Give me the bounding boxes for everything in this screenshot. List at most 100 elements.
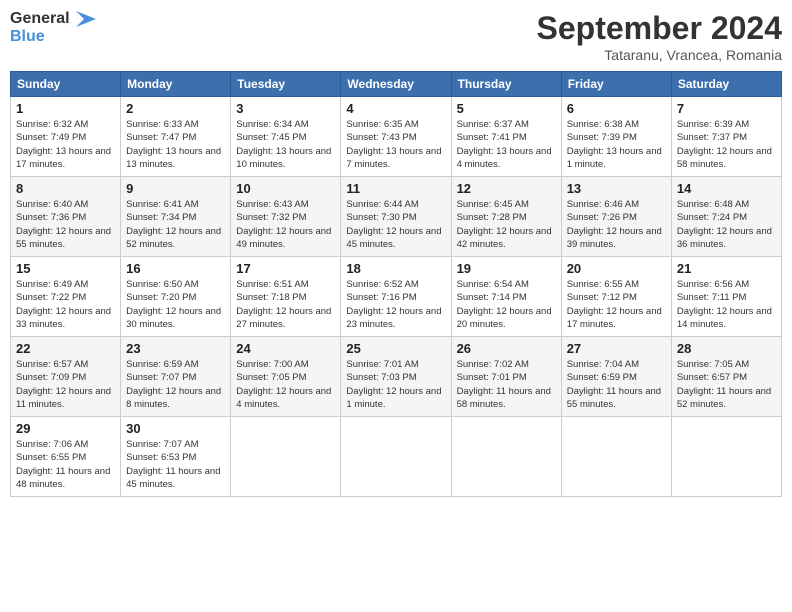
table-row: 26 Sunrise: 7:02 AMSunset: 7:01 PMDayligh…	[451, 337, 561, 417]
table-row: 4 Sunrise: 6:35 AMSunset: 7:43 PMDaylight…	[341, 97, 451, 177]
day-number: 14	[677, 181, 776, 196]
table-row	[231, 417, 341, 497]
day-number: 20	[567, 261, 666, 276]
day-info: Sunrise: 6:40 AMSunset: 7:36 PMDaylight:…	[16, 198, 115, 251]
table-row: 17 Sunrise: 6:51 AMSunset: 7:18 PMDayligh…	[231, 257, 341, 337]
day-info: Sunrise: 6:54 AMSunset: 7:14 PMDaylight:…	[457, 278, 556, 331]
table-row	[451, 417, 561, 497]
day-number: 1	[16, 101, 115, 116]
table-row: 9Sunrise: 6:41 AMSunset: 7:34 PMDaylight…	[121, 177, 231, 257]
table-row: 11Sunrise: 6:44 AMSunset: 7:30 PMDayligh…	[341, 177, 451, 257]
day-info: Sunrise: 6:39 AMSunset: 7:37 PMDaylight:…	[677, 118, 776, 171]
day-number: 16	[126, 261, 225, 276]
table-row: 21Sunrise: 6:56 AMSunset: 7:11 PMDayligh…	[671, 257, 781, 337]
logo-blue: Blue	[10, 28, 45, 45]
day-info: Sunrise: 6:37 AMSunset: 7:41 PMDaylight:…	[457, 118, 556, 171]
logo-arrow-icon	[76, 11, 96, 27]
table-row	[341, 417, 451, 497]
table-row: 24Sunrise: 7:00 AMSunset: 7:05 PMDayligh…	[231, 337, 341, 417]
table-row: 7 Sunrise: 6:39 AMSunset: 7:37 PMDaylight…	[671, 97, 781, 177]
table-row: 28 Sunrise: 7:05 AMSunset: 6:57 PMDayligh…	[671, 337, 781, 417]
day-info: Sunrise: 7:04 AMSunset: 6:59 PMDaylight:…	[567, 358, 666, 411]
day-info: Sunrise: 6:32 AMSunset: 7:49 PMDaylight:…	[16, 118, 115, 171]
day-number: 4	[346, 101, 445, 116]
table-row: 14 Sunrise: 6:48 AMSunset: 7:24 PMDayligh…	[671, 177, 781, 257]
day-number: 29	[16, 421, 115, 436]
logo-general: General	[10, 10, 70, 27]
table-row: 22 Sunrise: 6:57 AMSunset: 7:09 PMDayligh…	[11, 337, 121, 417]
month-title: September 2024	[537, 10, 782, 47]
day-number: 26	[457, 341, 556, 356]
table-row: 1 Sunrise: 6:32 AMSunset: 7:49 PMDaylight…	[11, 97, 121, 177]
day-number: 23	[126, 341, 225, 356]
calendar-row: 22 Sunrise: 6:57 AMSunset: 7:09 PMDayligh…	[11, 337, 782, 417]
calendar-table: Sunday Monday Tuesday Wednesday Thursday…	[10, 71, 782, 497]
day-number: 8	[16, 181, 115, 196]
table-row	[671, 417, 781, 497]
day-info: Sunrise: 7:06 AMSunset: 6:55 PMDaylight:…	[16, 438, 115, 491]
day-info: Sunrise: 6:59 AMSunset: 7:07 PMDaylight:…	[126, 358, 225, 411]
day-info: Sunrise: 6:33 AMSunset: 7:47 PMDaylight:…	[126, 118, 225, 171]
day-number: 9	[126, 181, 225, 196]
calendar-row: 8 Sunrise: 6:40 AMSunset: 7:36 PMDaylight…	[11, 177, 782, 257]
table-row	[561, 417, 671, 497]
header-friday: Friday	[561, 72, 671, 97]
table-row: 2 Sunrise: 6:33 AMSunset: 7:47 PMDaylight…	[121, 97, 231, 177]
table-row: 5Sunrise: 6:37 AMSunset: 7:41 PMDaylight…	[451, 97, 561, 177]
logo: General Blue	[10, 10, 96, 45]
table-row: 27 Sunrise: 7:04 AMSunset: 6:59 PMDayligh…	[561, 337, 671, 417]
day-info: Sunrise: 6:57 AMSunset: 7:09 PMDaylight:…	[16, 358, 115, 411]
day-number: 10	[236, 181, 335, 196]
table-row: 13Sunrise: 6:46 AMSunset: 7:26 PMDayligh…	[561, 177, 671, 257]
day-info: Sunrise: 6:52 AMSunset: 7:16 PMDaylight:…	[346, 278, 445, 331]
calendar-row: 29 Sunrise: 7:06 AMSunset: 6:55 PMDayligh…	[11, 417, 782, 497]
day-info: Sunrise: 6:34 AMSunset: 7:45 PMDaylight:…	[236, 118, 335, 171]
day-number: 18	[346, 261, 445, 276]
table-row: 16 Sunrise: 6:50 AMSunset: 7:20 PMDayligh…	[121, 257, 231, 337]
day-info: Sunrise: 6:51 AMSunset: 7:18 PMDaylight:…	[236, 278, 335, 331]
table-row: 10Sunrise: 6:43 AMSunset: 7:32 PMDayligh…	[231, 177, 341, 257]
table-row: 25 Sunrise: 7:01 AMSunset: 7:03 PMDayligh…	[341, 337, 451, 417]
day-number: 30	[126, 421, 225, 436]
day-number: 17	[236, 261, 335, 276]
day-number: 27	[567, 341, 666, 356]
day-info: Sunrise: 7:00 AMSunset: 7:05 PMDaylight:…	[236, 358, 335, 411]
table-row: 29 Sunrise: 7:06 AMSunset: 6:55 PMDayligh…	[11, 417, 121, 497]
calendar-header-row: Sunday Monday Tuesday Wednesday Thursday…	[11, 72, 782, 97]
title-section: September 2024 Tataranu, Vrancea, Romani…	[537, 10, 782, 63]
day-number: 22	[16, 341, 115, 356]
day-info: Sunrise: 6:35 AMSunset: 7:43 PMDaylight:…	[346, 118, 445, 171]
location: Tataranu, Vrancea, Romania	[537, 47, 782, 63]
day-number: 25	[346, 341, 445, 356]
table-row: 19Sunrise: 6:54 AMSunset: 7:14 PMDayligh…	[451, 257, 561, 337]
day-info: Sunrise: 6:49 AMSunset: 7:22 PMDaylight:…	[16, 278, 115, 331]
day-info: Sunrise: 6:50 AMSunset: 7:20 PMDaylight:…	[126, 278, 225, 331]
header-monday: Monday	[121, 72, 231, 97]
table-row: 8 Sunrise: 6:40 AMSunset: 7:36 PMDaylight…	[11, 177, 121, 257]
day-info: Sunrise: 6:48 AMSunset: 7:24 PMDaylight:…	[677, 198, 776, 251]
calendar-row: 15 Sunrise: 6:49 AMSunset: 7:22 PMDayligh…	[11, 257, 782, 337]
page-header: General Blue September 2024 Tataranu, Vr…	[10, 10, 782, 63]
day-info: Sunrise: 7:01 AMSunset: 7:03 PMDaylight:…	[346, 358, 445, 411]
table-row: 12Sunrise: 6:45 AMSunset: 7:28 PMDayligh…	[451, 177, 561, 257]
day-info: Sunrise: 6:55 AMSunset: 7:12 PMDaylight:…	[567, 278, 666, 331]
table-row: 15 Sunrise: 6:49 AMSunset: 7:22 PMDayligh…	[11, 257, 121, 337]
day-info: Sunrise: 7:02 AMSunset: 7:01 PMDaylight:…	[457, 358, 556, 411]
day-number: 28	[677, 341, 776, 356]
header-tuesday: Tuesday	[231, 72, 341, 97]
day-number: 6	[567, 101, 666, 116]
day-number: 21	[677, 261, 776, 276]
day-number: 11	[346, 181, 445, 196]
header-saturday: Saturday	[671, 72, 781, 97]
header-wednesday: Wednesday	[341, 72, 451, 97]
table-row: 30Sunrise: 7:07 AMSunset: 6:53 PMDayligh…	[121, 417, 231, 497]
day-info: Sunrise: 7:05 AMSunset: 6:57 PMDaylight:…	[677, 358, 776, 411]
day-number: 15	[16, 261, 115, 276]
logo-text: General Blue	[10, 10, 96, 45]
table-row: 23 Sunrise: 6:59 AMSunset: 7:07 PMDayligh…	[121, 337, 231, 417]
day-number: 2	[126, 101, 225, 116]
table-row: 6 Sunrise: 6:38 AMSunset: 7:39 PMDaylight…	[561, 97, 671, 177]
day-info: Sunrise: 6:38 AMSunset: 7:39 PMDaylight:…	[567, 118, 666, 171]
day-info: Sunrise: 6:45 AMSunset: 7:28 PMDaylight:…	[457, 198, 556, 251]
day-number: 7	[677, 101, 776, 116]
